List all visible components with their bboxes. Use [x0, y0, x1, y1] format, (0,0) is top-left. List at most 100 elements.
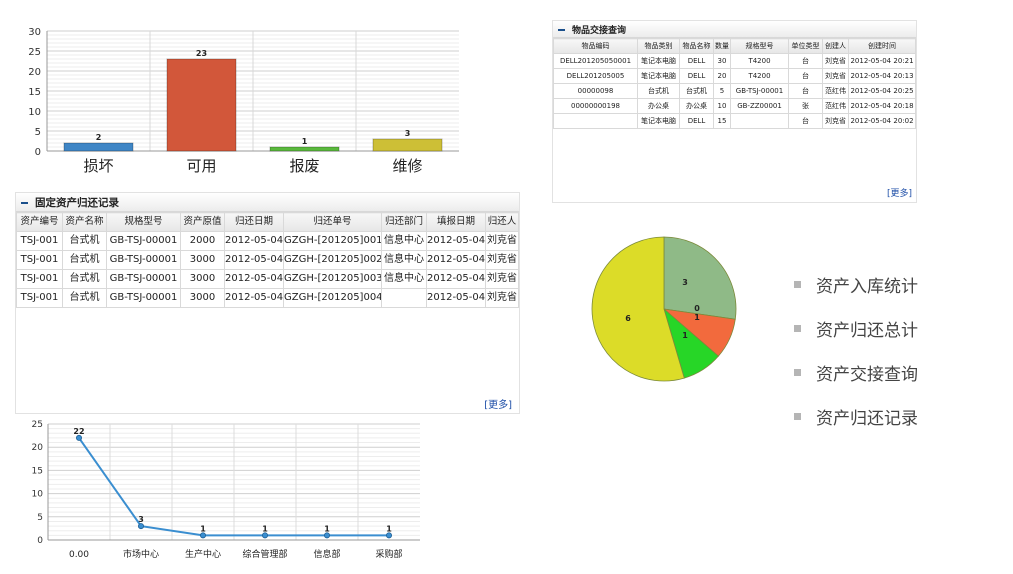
return-col-header[interactable]: 规格型号 [106, 212, 181, 232]
table-cell: 5 [713, 83, 731, 99]
table-cell: TSJ-001 [16, 250, 63, 270]
data-point [261, 532, 268, 539]
table-cell: 15 [713, 113, 731, 129]
table-cell: 笔记本电脑 [637, 68, 680, 84]
goods-col-header[interactable]: 物品名称 [679, 38, 714, 54]
bullet-icon [794, 281, 801, 288]
table-row[interactable]: DELL201205005 笔记本电脑 DELL 20 T4200 台刘克省 2012-05… [553, 68, 916, 84]
pie-slice-label: 0 [694, 304, 700, 313]
menu-item-return-total[interactable]: 资产归还总计 [794, 316, 918, 341]
data-point [323, 532, 330, 539]
y-tick-label: 25 [28, 47, 41, 58]
table-cell: 00000000198 [553, 98, 638, 114]
y-tick-label: 10 [28, 107, 41, 118]
return-col-header[interactable]: 填报日期 [426, 212, 486, 232]
bar [269, 146, 340, 152]
collapse-icon[interactable] [557, 25, 566, 34]
table-cell: T4200 [730, 53, 789, 69]
x-tick-label: 市场中心 [123, 548, 159, 560]
table-cell: 台 [788, 113, 823, 129]
data-point [385, 532, 392, 539]
table-cell: GZGH-[201205]004 [283, 288, 382, 308]
table-row[interactable]: 00000098 台式机 台式机 5 GB-TSJ-00001 台范红伟 2012-05-0… [553, 83, 916, 99]
return-col-header[interactable]: 资产名称 [62, 212, 107, 232]
table-row[interactable]: TSJ-001 台式机 GB-TSJ-00001 2000 2012-05-04 GZGH… [16, 231, 519, 251]
goods-col-header[interactable]: 规格型号 [730, 38, 789, 54]
table-cell: 2012-05-04 [426, 269, 486, 289]
pie-slice [663, 236, 737, 320]
table-row[interactable]: 笔记本电脑 DELL 15 台刘克省 2012-05-04 20:02 [553, 113, 916, 129]
table-cell: 台式机 [637, 83, 680, 99]
x-tick-label: 可用 [186, 157, 216, 175]
y-tick-label: 30 [28, 27, 41, 38]
goods-col-header[interactable]: 物品类别 [637, 38, 680, 54]
return-col-header[interactable]: 资产原值 [180, 212, 225, 232]
table-cell: 办公桌 [679, 98, 714, 114]
data-label: 1 [324, 524, 330, 533]
goods-col-header[interactable]: 单位类型 [788, 38, 823, 54]
return-col-header[interactable]: 归还人 [485, 212, 519, 232]
asset-return-table: 资产编号 资产名称 规格型号 资产原值 归还日期 归还单号 归还部门 填报日期 归还人 TSJ-… [16, 212, 519, 308]
pie-slice-label: 3 [682, 278, 688, 287]
table-cell: 台式机 [679, 83, 714, 99]
table-row[interactable]: 00000000198 办公桌 办公桌 10 GB-ZZ00001 张范红伟 2012-05… [553, 98, 916, 114]
return-col-header[interactable]: 资产编号 [16, 212, 63, 232]
pie-slice-label: 1 [682, 331, 688, 340]
goods-col-header[interactable]: 创建人 [822, 38, 849, 54]
department-line-chart: 0 5 10 15 20 25 22 0.00 3 市场中心 1 生产中心 1 综合管理部 1 信息部 1 采购部 [32, 420, 420, 560]
table-cell: 台 [788, 83, 823, 99]
y-tick-label: 20 [28, 67, 41, 78]
menu-item-handover-query[interactable]: 资产交接查询 [794, 360, 918, 385]
table-cell: 2012-05-04 [224, 288, 284, 308]
table-cell: DELL [679, 113, 714, 129]
table-cell: 台式机 [62, 288, 107, 308]
return-col-header[interactable]: 归还单号 [283, 212, 382, 232]
table-cell: 范红伟 [822, 98, 849, 114]
goods-col-header[interactable]: 创建时间 [848, 38, 916, 54]
return-col-header[interactable]: 归还日期 [224, 212, 284, 232]
goods-col-header[interactable]: 物品编码 [553, 38, 638, 54]
bar [63, 142, 134, 152]
table-cell: 台 [788, 68, 823, 84]
x-tick-label: 采购部 [375, 548, 402, 560]
table-cell: 10 [713, 98, 731, 114]
bar [166, 58, 237, 152]
table-row[interactable]: TSJ-001 台式机 GB-TSJ-00001 3000 2012-05-04 GZGH… [16, 269, 519, 289]
menu-item-inbound-stats[interactable]: 资产入库统计 [794, 272, 918, 297]
y-tick-label: 0 [35, 147, 41, 158]
table-cell: 2012-05-04 [224, 250, 284, 270]
asset-return-title: 固定资产归还记录 [35, 196, 119, 209]
table-cell: 2012-05-04 20:02 [848, 113, 916, 129]
x-tick-label: 报废 [289, 157, 319, 175]
data-label: 3 [138, 515, 144, 524]
table-row[interactable]: TSJ-001 台式机 GB-TSJ-00001 3000 2012-05-04 GZGH… [16, 250, 519, 270]
data-point [76, 434, 83, 441]
x-tick-label: 维修 [392, 157, 422, 175]
return-col-header[interactable]: 归还部门 [381, 212, 427, 232]
table-cell: 信息中心 [381, 250, 427, 270]
menu-item-return-records[interactable]: 资产归还记录 [794, 404, 918, 429]
table-cell: TSJ-001 [16, 231, 63, 251]
table-cell: DELL [679, 53, 714, 69]
table-cell: 刘克省 [822, 113, 849, 129]
bar-value-label: 23 [196, 49, 207, 58]
collapse-icon[interactable] [20, 198, 29, 207]
goods-more-link[interactable]: [更多] [887, 186, 912, 199]
data-point [138, 523, 145, 530]
return-more-link[interactable]: [更多] [484, 396, 512, 411]
status-bar-chart: 0 5 10 15 20 25 30 2 损坏 23 可用 1 报废 3 维修 [28, 27, 459, 175]
bar-value-label: 3 [405, 129, 411, 138]
goods-handover-header: 物品交接查询 [553, 21, 916, 38]
table-cell: 信息中心 [381, 231, 427, 251]
table-row[interactable]: TSJ-001 台式机 GB-TSJ-00001 3000 2012-05-04 GZGH… [16, 288, 519, 308]
table-row[interactable]: DELL201205050001 笔记本电脑 DELL 30 T4200 台刘克省 2012… [553, 53, 916, 69]
table-cell: 范红伟 [822, 83, 849, 99]
table-cell: 2012-05-04 [426, 288, 486, 308]
y-tick-label: 15 [28, 87, 41, 98]
table-cell: GB-ZZ00001 [730, 98, 789, 114]
table-cell: T4200 [730, 68, 789, 84]
table-cell: 3000 [180, 250, 225, 270]
y-tick-label: 5 [35, 127, 41, 138]
goods-col-header[interactable]: 数量 [713, 38, 731, 54]
table-cell: 刘克省 [822, 68, 849, 84]
